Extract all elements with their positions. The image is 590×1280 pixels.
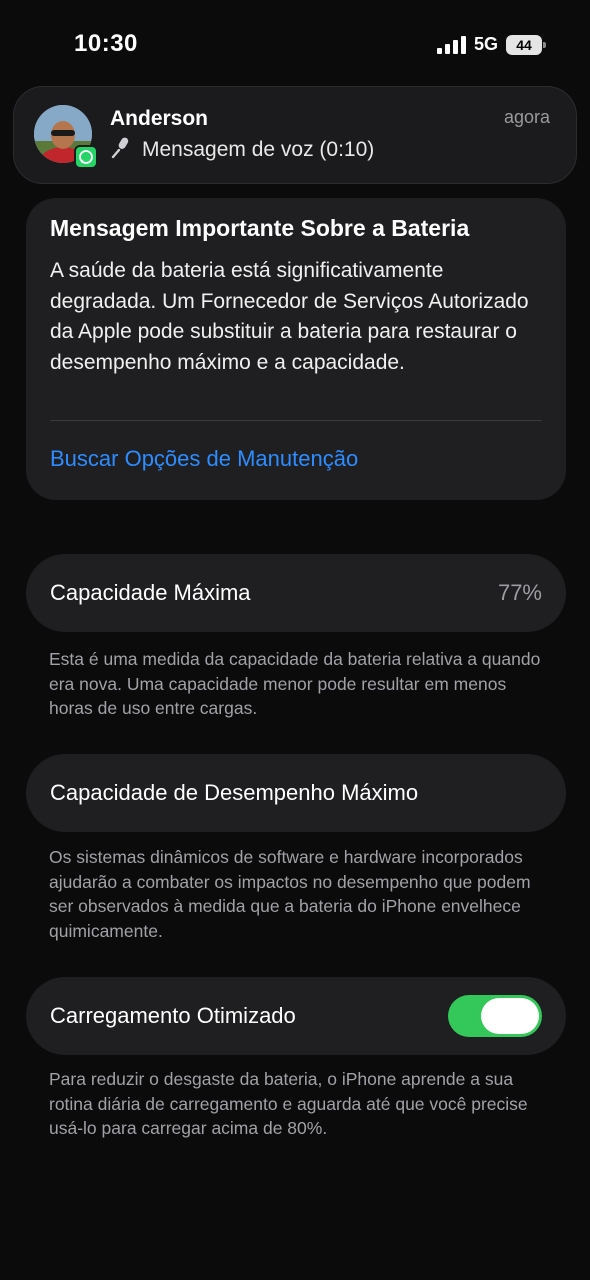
optimized-charging-toggle[interactable]	[448, 995, 542, 1037]
optimized-charging-footnote: Para reduzir o desgaste da bateria, o iP…	[49, 1069, 528, 1138]
peak-performance-footnote: Os sistemas dinâmicos de software e hard…	[49, 847, 531, 941]
optimized-charging-label: Carregamento Otimizado	[50, 1003, 296, 1028]
status-indicators: 5G 44	[436, 34, 546, 55]
cellular-signal-icon	[436, 35, 466, 54]
notification-timestamp: agora	[503, 107, 550, 127]
notification-message-text: Mensagem de voz (0:10)	[142, 138, 375, 161]
battery-icon: 44	[506, 34, 546, 55]
toggle-knob	[481, 998, 539, 1034]
status-bar: 10:30 5G 44	[0, 0, 590, 90]
important-message-body: A saúde da bateria está significativamen…	[50, 259, 529, 374]
maximum-capacity-label: Capacidade Máxima	[50, 580, 251, 605]
notification-sender: Anderson	[110, 107, 209, 130]
service-options-link[interactable]: Buscar Opções de Manutenção	[50, 446, 358, 472]
microphone-icon	[110, 135, 134, 165]
peak-performance-label: Capacidade de Desempenho Máximo	[50, 780, 419, 805]
important-battery-message-card: Mensagem Importante Sobre a Bateria A sa…	[26, 198, 566, 500]
maximum-capacity-value: 77%	[497, 580, 542, 605]
maximum-capacity-footnote: Esta é uma medida da capacidade da bater…	[49, 649, 541, 718]
network-type: 5G	[473, 34, 498, 54]
status-time: 10:30	[74, 30, 138, 57]
peak-performance-row: Capacidade de Desempenho Máximo	[26, 754, 566, 832]
maximum-capacity-row: Capacidade Máxima 77%	[26, 554, 566, 632]
divider	[50, 420, 542, 421]
notification-banner[interactable]: Anderson Mensagem de voz (0:10) agora	[13, 86, 577, 184]
battery-health-screen: 10:30 5G 44 Anderson Mensagem de voz (0:…	[0, 0, 590, 1280]
optimized-charging-row: Carregamento Otimizado	[26, 977, 566, 1055]
important-message-title: Mensagem Importante Sobre a Bateria	[50, 215, 470, 241]
whatsapp-icon	[74, 145, 98, 169]
battery-level: 44	[516, 36, 532, 53]
notification-message: Mensagem de voz (0:10)	[110, 135, 374, 165]
